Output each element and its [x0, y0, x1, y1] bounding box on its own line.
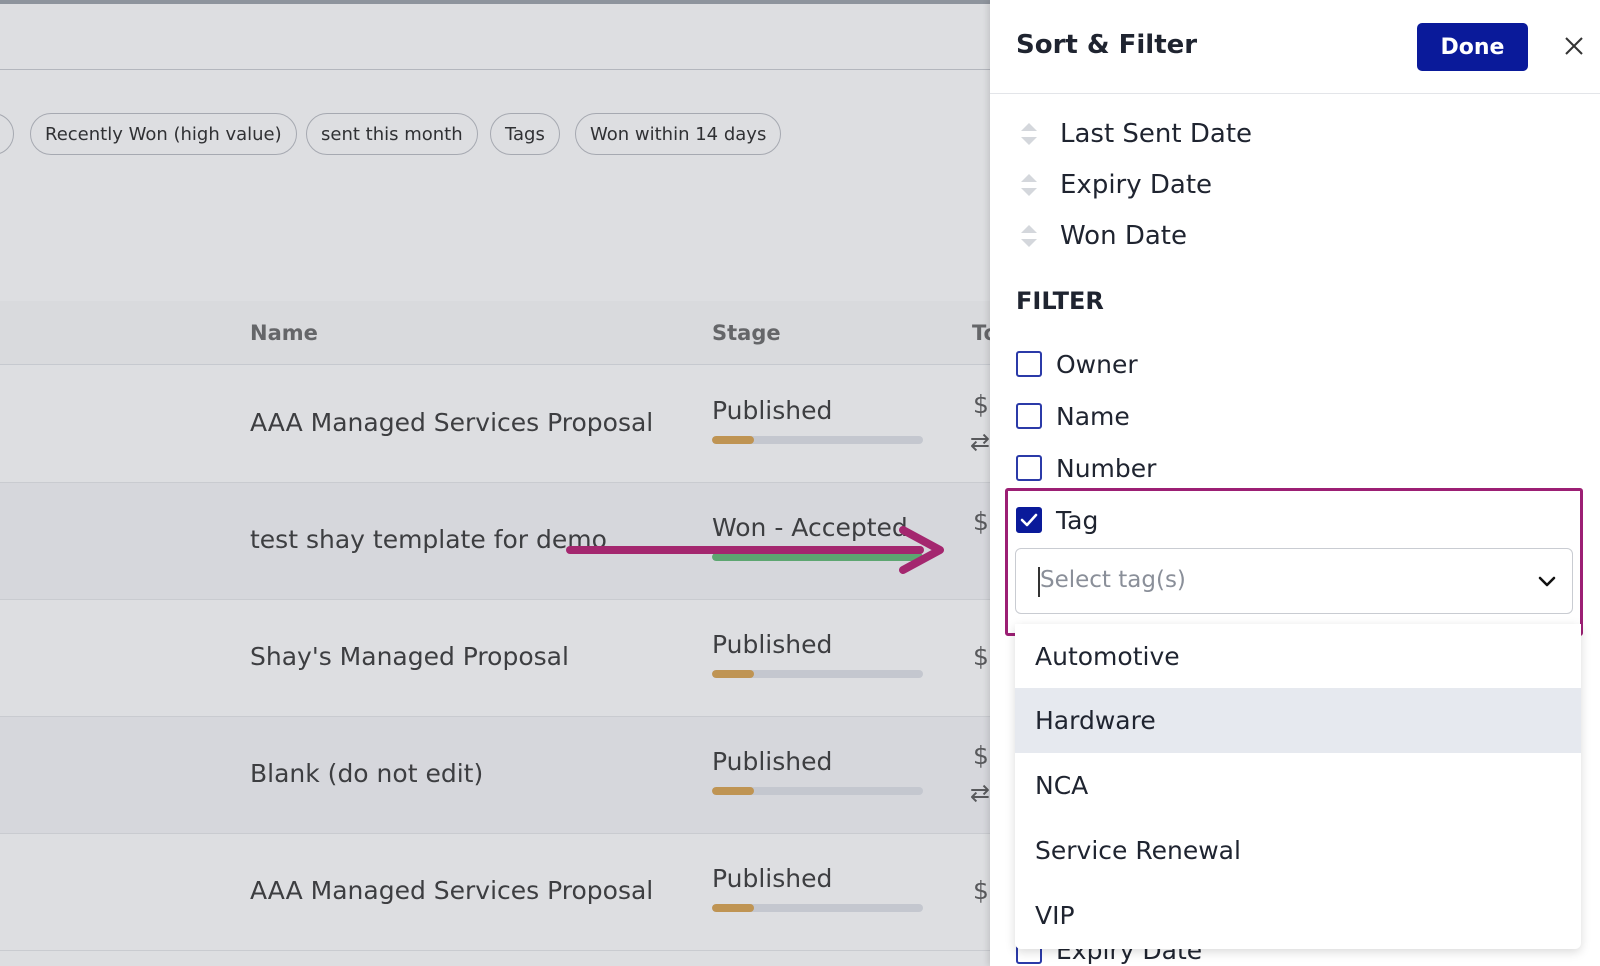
- recurring-icon: ⇄: [970, 428, 991, 456]
- tag-option-vip[interactable]: VIP: [1015, 883, 1581, 948]
- row-name[interactable]: Blank (do not edit): [250, 759, 483, 788]
- panel-header: Sort & Filter Done: [990, 0, 1600, 94]
- row-stage: Published: [712, 864, 833, 893]
- stage-progress-fill: [712, 787, 755, 795]
- sort-arrows-icon: [1021, 225, 1037, 247]
- filter-chip-cut[interactable]: [0, 113, 14, 155]
- proposals-app: Recently Won (high value) sent this mont…: [0, 0, 1005, 966]
- stage-progress-fill: [712, 670, 755, 678]
- row-name[interactable]: test shay template for demo: [250, 525, 607, 554]
- sort-item-label: Won Date: [1060, 221, 1187, 251]
- tag-option-automotive[interactable]: Automotive: [1015, 624, 1581, 689]
- stage-progress-bar: [712, 904, 923, 912]
- panel-title: Sort & Filter: [1016, 30, 1198, 60]
- done-button[interactable]: Done: [1417, 23, 1528, 71]
- sort-item-label: Last Sent Date: [1060, 119, 1253, 149]
- number-checkbox[interactable]: [1016, 455, 1042, 481]
- row-name[interactable]: AAA Managed Services Proposal: [250, 876, 653, 905]
- filter-number[interactable]: Number: [1016, 450, 1156, 486]
- table-header: Name Stage To: [0, 301, 998, 365]
- sort-item-won-date[interactable]: Won Date: [1018, 216, 1187, 256]
- filter-chip-recently-won[interactable]: Recently Won (high value): [30, 113, 297, 155]
- stage-progress-bar: [712, 787, 923, 795]
- annotation-highlight-box: [1005, 488, 1583, 636]
- sort-item-label: Expiry Date: [1060, 170, 1213, 200]
- filter-chip-sent-this-month[interactable]: sent this month: [306, 113, 478, 155]
- recurring-icon: ⇄: [970, 779, 991, 807]
- column-header-stage[interactable]: Stage: [712, 321, 781, 345]
- table-row[interactable]: AAA Managed Services Proposal Published …: [0, 366, 1005, 483]
- filter-heading: FILTER: [1016, 287, 1104, 315]
- filter-chip-tags[interactable]: Tags: [490, 113, 560, 155]
- filter-owner[interactable]: Owner: [1016, 346, 1138, 382]
- tag-option-nca[interactable]: NCA: [1015, 753, 1581, 818]
- owner-checkbox[interactable]: [1016, 351, 1042, 377]
- tag-options-dropdown: Automotive Hardware NCA Service Renewal …: [1015, 624, 1581, 949]
- close-icon[interactable]: [1560, 32, 1588, 60]
- filter-label: Owner: [1056, 349, 1138, 379]
- name-checkbox[interactable]: [1016, 403, 1042, 429]
- sort-item-expiry-date[interactable]: Expiry Date: [1018, 165, 1212, 205]
- table-row[interactable]: AAA Managed Services Proposal Published …: [0, 834, 1005, 951]
- row-name[interactable]: Shay's Managed Proposal: [250, 642, 569, 671]
- filter-name[interactable]: Name: [1016, 398, 1130, 434]
- stage-progress-fill: [712, 436, 755, 444]
- row-stage: Published: [712, 630, 833, 659]
- saved-filters-bar: Recently Won (high value) sent this mont…: [0, 71, 990, 301]
- filter-chip-won-14-days[interactable]: Won within 14 days: [575, 113, 782, 155]
- row-stage: Published: [712, 747, 833, 776]
- table-row[interactable]: Blank (do not edit) Published $1 ⇄: [0, 717, 1005, 834]
- stage-progress-bar: [712, 670, 923, 678]
- tag-option-service-renewal[interactable]: Service Renewal: [1015, 818, 1581, 883]
- sort-filter-panel: Sort & Filter Done Last Sent Date Expiry…: [990, 0, 1600, 966]
- stage-progress-fill: [712, 904, 755, 912]
- sort-item-last-sent-date[interactable]: Last Sent Date: [1018, 114, 1252, 154]
- tag-option-hardware[interactable]: Hardware: [1015, 688, 1581, 753]
- sort-arrows-icon: [1021, 123, 1037, 145]
- annotation-arrow-icon: [566, 526, 944, 574]
- filter-label: Name: [1056, 401, 1130, 431]
- column-header-name[interactable]: Name: [250, 321, 318, 345]
- table-row[interactable]: Shay's Managed Proposal Published $0: [0, 600, 1005, 717]
- stage-progress-bar: [712, 436, 923, 444]
- filter-label: Number: [1056, 453, 1157, 483]
- sort-arrows-icon: [1021, 174, 1037, 196]
- header-bar: [0, 4, 990, 70]
- row-stage: Published: [712, 396, 833, 425]
- row-name[interactable]: AAA Managed Services Proposal: [250, 408, 653, 437]
